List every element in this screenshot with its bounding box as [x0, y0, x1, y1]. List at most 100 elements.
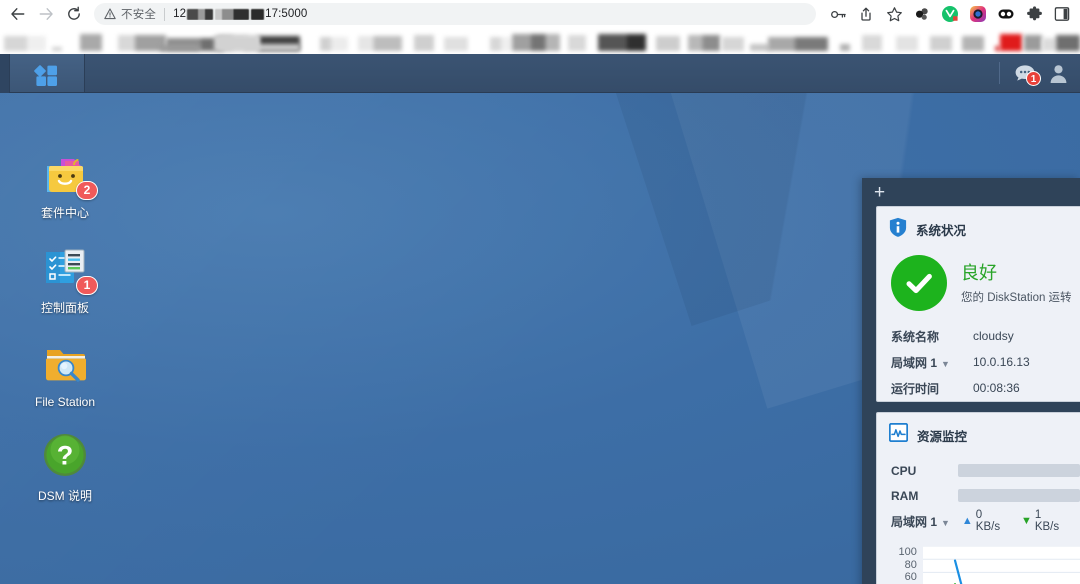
extensions-puzzle-icon[interactable]: [1020, 0, 1048, 28]
bookmark-item[interactable]: [80, 34, 102, 51]
cpu-label: CPU: [891, 463, 917, 478]
desktop-icon-dsm-help[interactable]: ? DSM 说明: [10, 431, 120, 504]
network-label: 局域网 1 ▼: [891, 514, 950, 529]
bookmark-item[interactable]: [1042, 38, 1056, 51]
url-redaction-1: [187, 8, 214, 20]
grammarly-icon[interactable]: [936, 0, 964, 28]
bookmark-item[interactable]: [656, 36, 680, 51]
address-bar[interactable]: 不安全 12 17:5000: [94, 3, 816, 25]
bookmark-item[interactable]: [118, 35, 166, 51]
system-health-status: 良好 您的 DiskStation 运转: [877, 251, 1080, 321]
add-widget-button[interactable]: +: [874, 183, 885, 202]
camera-extension-icon[interactable]: [964, 0, 992, 28]
url-redaction-3: [251, 8, 265, 20]
bookmark-star-icon[interactable]: [880, 0, 908, 28]
bookmark-item[interactable]: [930, 36, 952, 51]
desktop-icon-label: 控制面板: [40, 301, 89, 315]
user-menu-button[interactable]: [1042, 54, 1074, 93]
password-key-icon[interactable]: [824, 0, 852, 28]
sidepanel-icon[interactable]: [1048, 0, 1076, 28]
bookmark-item[interactable]: [1024, 35, 1042, 51]
system-health-title: 系统状况: [916, 224, 967, 238]
bookmark-item-red[interactable]: [1000, 34, 1022, 51]
bookmark-item[interactable]: [768, 37, 828, 51]
bookmark-item[interactable]: [568, 35, 586, 51]
bookmark-item[interactable]: [750, 44, 770, 51]
cpu-row: CPU: [891, 458, 1080, 483]
package-center-icon: 2: [41, 148, 98, 200]
taskbar-left-rail: [0, 54, 9, 93]
warning-triangle-icon: [104, 8, 116, 20]
toolbar-icon-group: [824, 0, 1076, 28]
info-row-lan[interactable]: 局域网 1 ▼ 10.0.16.13: [891, 349, 1080, 375]
bookmark-item[interactable]: [896, 36, 918, 51]
resource-monitor-header: 资源监控: [877, 413, 1080, 456]
chart-y-axis: 10080604020: [891, 546, 923, 584]
widget-panel-topbar: +: [862, 178, 1080, 206]
bookmark-item[interactable]: [52, 47, 62, 51]
browser-toolbar: 不安全 12 17:5000: [0, 0, 1080, 28]
screenshot-root: 不安全 12 17:5000 1 2 套件中心 1 控制面板 File Stat…: [0, 0, 1080, 584]
dsm-main-menu-icon: [34, 65, 57, 86]
bookmark-item[interactable]: [862, 35, 882, 51]
dsm-help-icon: ?: [41, 431, 89, 479]
desktop-icon-label: DSM 说明: [37, 489, 92, 503]
notification-button[interactable]: 1: [1008, 54, 1042, 93]
bookmark-item[interactable]: [1056, 35, 1080, 51]
bookmark-item[interactable]: [414, 35, 434, 51]
ram-usage-bar: [957, 489, 1080, 502]
bookmark-item[interactable]: [722, 37, 744, 51]
system-info-list: 系统名称 cloudsy 局域网 1 ▼ 10.0.16.13 运行时间 00:0…: [877, 321, 1080, 411]
ram-label: RAM: [891, 488, 919, 503]
info-row-system-name: 系统名称 cloudsy: [891, 323, 1080, 349]
chart-lines: [922, 546, 1080, 584]
info-value: cloudsy: [973, 329, 1014, 343]
bookmark-item[interactable]: [598, 34, 646, 51]
desktop-icon-package-center[interactable]: 2 套件中心: [10, 148, 120, 221]
bookmark-item[interactable]: [840, 44, 850, 51]
desktop-icon-control-panel[interactable]: 1 控制面板: [10, 243, 120, 316]
bookmark-item[interactable]: [320, 37, 348, 51]
extension-dark-icon[interactable]: [908, 0, 936, 28]
chevron-down-icon[interactable]: ▼: [941, 359, 950, 369]
network-download: ▼ 1 KB/s: [1021, 509, 1068, 533]
bookmark-item[interactable]: [962, 36, 984, 51]
bookmark-item[interactable]: [4, 36, 46, 51]
system-health-header: 系统状况: [877, 207, 1080, 251]
dsm-main-menu-button[interactable]: [9, 54, 85, 92]
info-value: 00:08:36: [973, 381, 1020, 395]
system-health-description: 您的 DiskStation 运转: [961, 291, 1072, 304]
omnibox-divider: [164, 7, 166, 21]
desktop-icon-label: 套件中心: [40, 206, 89, 220]
eyes-extension-icon[interactable]: [992, 0, 1020, 28]
bookmark-item[interactable]: [444, 37, 468, 51]
download-speed: 1 KB/s: [1034, 509, 1060, 533]
bookmark-item[interactable]: [214, 35, 260, 51]
info-key: 系统名称: [891, 329, 940, 344]
package-center-badge: 2: [76, 181, 98, 200]
chart-y-tick: 100: [898, 546, 917, 558]
forward-button[interactable]: [32, 0, 60, 28]
bookmarks-bar[interactable]: [0, 28, 1080, 54]
ram-row: RAM: [891, 483, 1080, 508]
system-health-status-label: 良好: [961, 262, 997, 283]
url-prefix: 12: [173, 8, 187, 20]
chevron-down-icon[interactable]: ▼: [941, 518, 950, 528]
control-panel-badge: 1: [76, 276, 98, 295]
desktop-icon-label: File Station: [34, 395, 96, 409]
bookmark-item[interactable]: [688, 35, 720, 51]
bookmark-item[interactable]: [358, 36, 402, 51]
taskbar-divider: [999, 62, 1000, 84]
bookmark-item[interactable]: [160, 45, 200, 51]
user-avatar-icon: [1050, 64, 1066, 83]
info-key: 运行时间: [891, 381, 940, 396]
share-icon[interactable]: [852, 0, 880, 28]
back-button[interactable]: [4, 0, 32, 28]
reload-button[interactable]: [60, 0, 88, 28]
resource-monitor-icon: [888, 422, 909, 447]
desktop-icon-file-station[interactable]: File Station: [10, 339, 120, 409]
network-row[interactable]: 局域网 1 ▼ ▲ 0 KB/s ▼ 1 KB/s: [891, 508, 1080, 534]
bookmark-item[interactable]: [490, 37, 512, 51]
bookmark-item[interactable]: [512, 34, 560, 51]
security-status-label: 不安全: [121, 9, 157, 21]
